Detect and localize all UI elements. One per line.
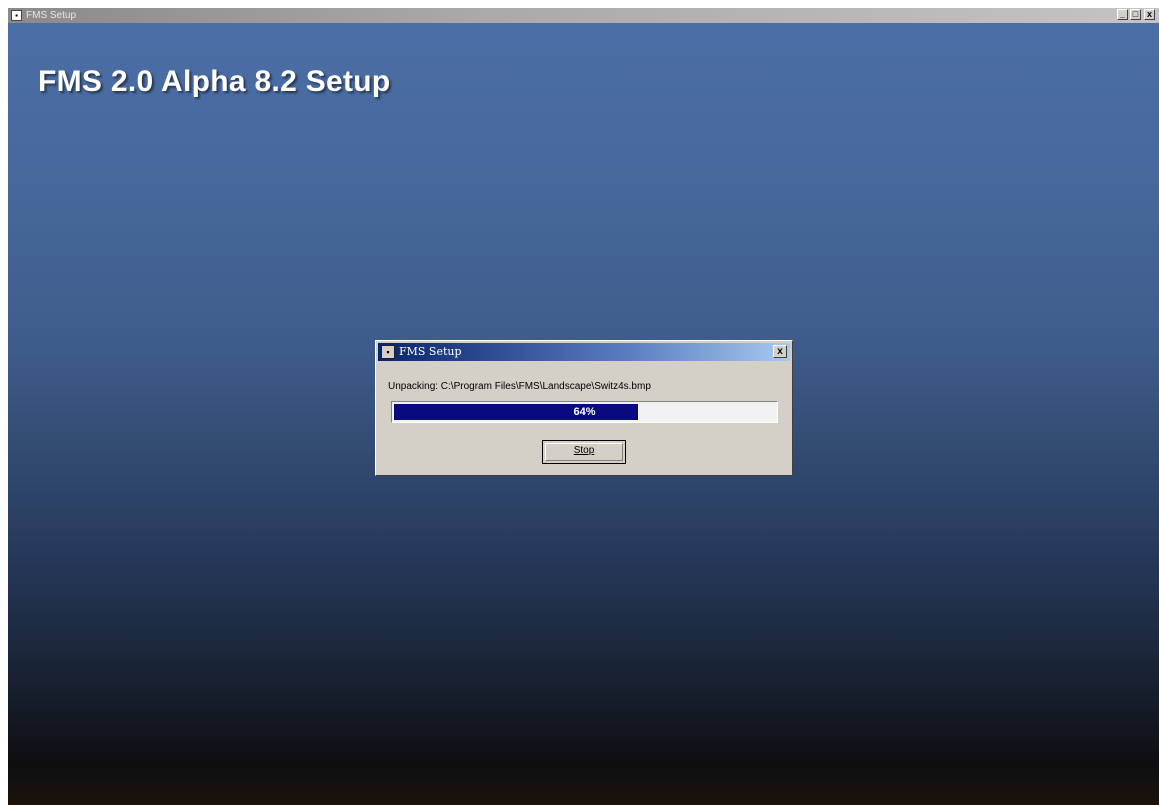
setup-icon: ▪ <box>381 345 395 359</box>
app-icon: ▪ <box>11 10 22 21</box>
dialog-title: FMS Setup <box>399 345 462 358</box>
progress-label: 64% <box>573 406 596 418</box>
unpacking-status: Unpacking: C:\Program Files\FMS\Landscap… <box>388 381 651 392</box>
window-titlebar[interactable]: ▪ FMS Setup _ □ x <box>8 8 1159 23</box>
dialog-close-button[interactable]: x <box>773 345 787 358</box>
stop-button[interactable]: Stop <box>542 440 626 464</box>
minimize-button[interactable]: _ <box>1117 9 1128 20</box>
close-button[interactable]: x <box>1144 9 1155 20</box>
maximize-button[interactable]: □ <box>1130 9 1141 20</box>
stop-button-label: Stop <box>573 445 595 456</box>
progress-dialog: ▪ FMS Setup x Unpacking: C:\Program File… <box>375 340 793 476</box>
window-title: FMS Setup <box>26 10 77 21</box>
setup-heading: FMS 2.0 Alpha 8.2 Setup <box>38 65 391 98</box>
progress-bar: 64% <box>391 401 778 423</box>
dialog-titlebar[interactable]: ▪ FMS Setup x <box>378 343 790 361</box>
